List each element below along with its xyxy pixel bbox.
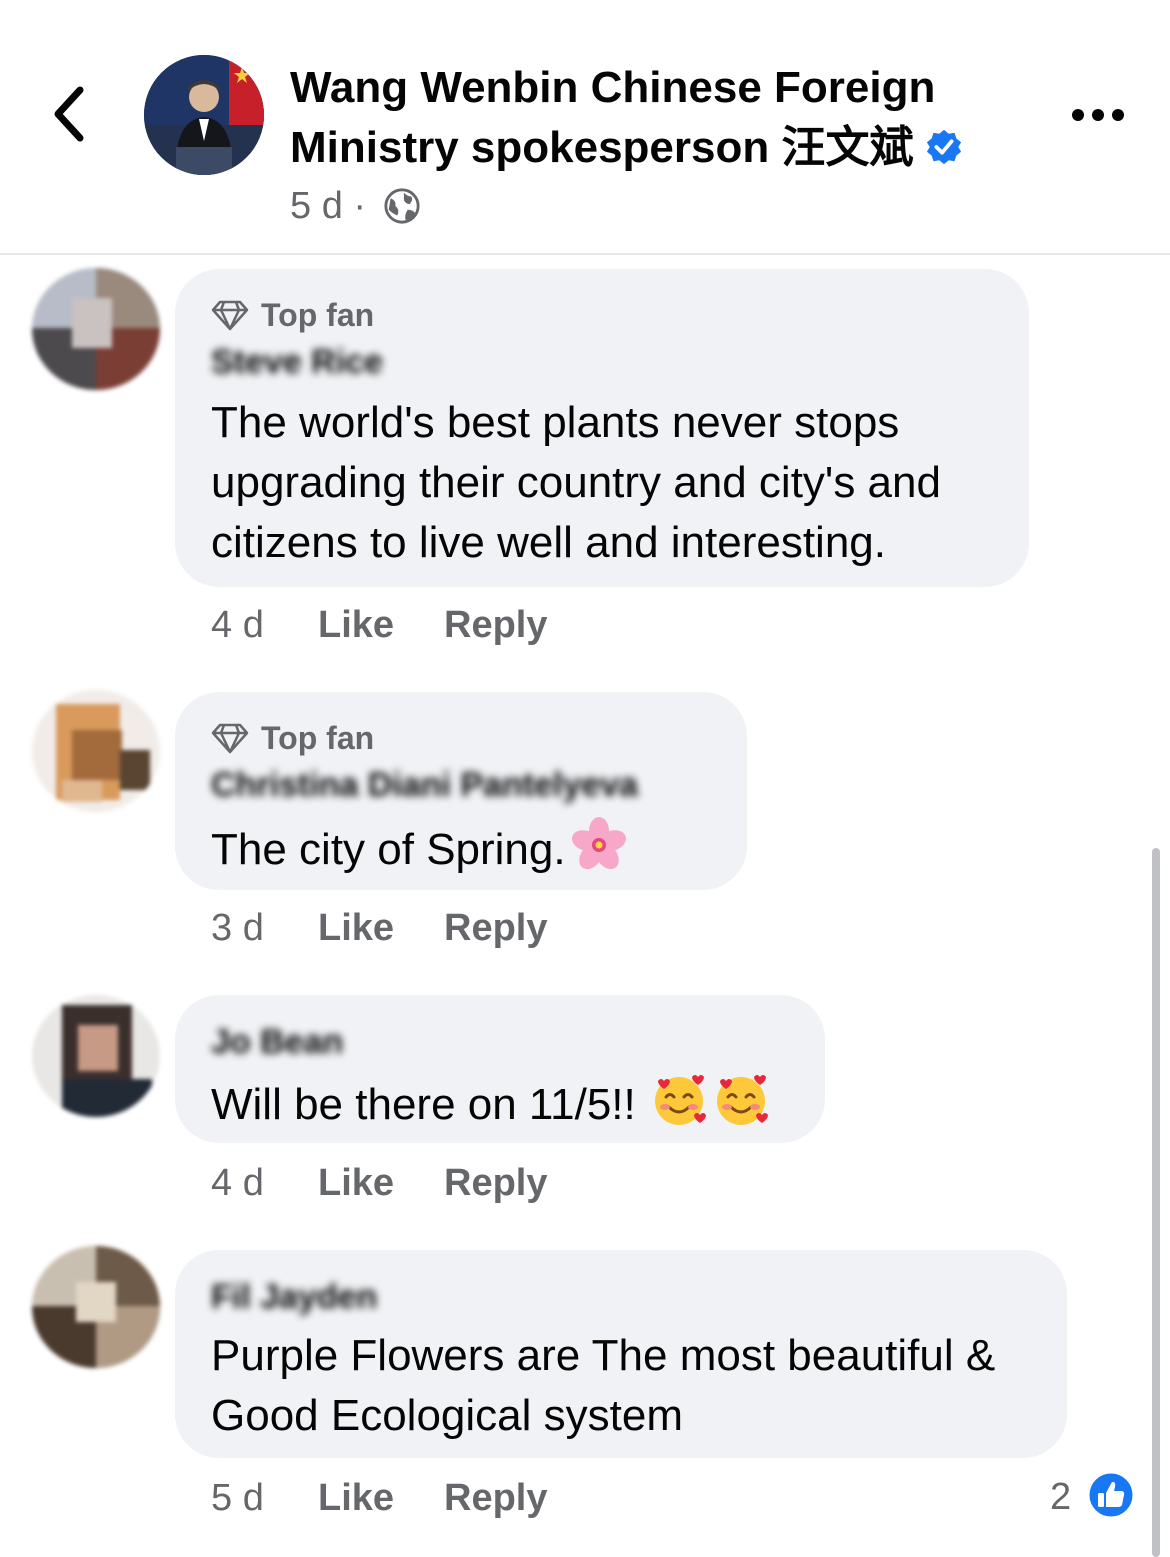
spokesperson-photo <box>144 55 264 175</box>
comment-author[interactable]: Jo Bean <box>211 1023 343 1062</box>
reply-button[interactable]: Reply <box>444 1473 547 1523</box>
reply-button[interactable]: Reply <box>444 1158 547 1208</box>
comment-author[interactable]: Christina Diani Pantelyeva <box>211 766 638 805</box>
scrollbar[interactable] <box>1152 848 1160 1557</box>
page-title-text: Wang Wenbin Chinese Foreign Ministry spo… <box>290 63 936 172</box>
smiling-face-with-hearts-emoji <box>716 1075 768 1125</box>
top-fan-label: Top fan <box>261 720 375 756</box>
like-button[interactable]: Like <box>318 1158 444 1208</box>
comment-text-line: The city of Spring. <box>211 816 628 880</box>
comment-bubble: Top fan Steve Rice The world's best plan… <box>175 269 1029 587</box>
comment-actions: 4 d Like Reply <box>211 600 547 650</box>
back-chevron-icon <box>54 86 84 142</box>
like-reaction-icon[interactable] <box>1086 1470 1136 1520</box>
comment-text-line: upgrading their country and city's and <box>211 458 941 507</box>
commenter-avatar[interactable] <box>32 268 160 390</box>
like-button[interactable]: Like <box>318 1473 444 1523</box>
diamond-icon <box>211 723 249 754</box>
comment-text: Will be there on 11/5!! <box>211 1080 636 1129</box>
comment-time: 4 d <box>211 604 264 646</box>
comment-text-line: Will be there on 11/5!! <box>211 1071 770 1135</box>
comment-text-line: citizens to live well and interesting. <box>211 518 886 567</box>
reply-button[interactable]: Reply <box>444 600 547 650</box>
comment-text-line: Good Ecological system <box>211 1391 683 1440</box>
smiling-face-with-hearts-emoji <box>654 1075 706 1125</box>
post-meta: 5 d · <box>290 182 421 230</box>
back-button[interactable] <box>46 84 96 144</box>
comment-actions: 3 d Like Reply <box>211 903 547 953</box>
meta-separator: · <box>353 185 367 227</box>
blurred-avatar-image <box>32 1246 160 1368</box>
comment-time: 5 d <box>211 1477 264 1519</box>
more-options-button[interactable] <box>1068 100 1128 130</box>
comment-author[interactable]: Fil Jayden <box>211 1278 377 1317</box>
like-button[interactable]: Like <box>318 600 444 650</box>
like-button[interactable]: Like <box>318 903 444 953</box>
top-fan-badge: Top fan <box>211 295 374 335</box>
comment-time: 3 d <box>211 907 264 949</box>
reaction-count[interactable]: 2 <box>1050 1472 1071 1522</box>
blurred-avatar-image <box>32 995 160 1117</box>
comment-text-line: The world's best plants never stops <box>211 398 900 447</box>
blurred-avatar-image <box>32 268 160 390</box>
comment-time: 4 d <box>211 1162 264 1204</box>
verified-badge-icon <box>927 129 962 165</box>
page-avatar[interactable] <box>144 55 264 175</box>
top-fan-badge: Top fan <box>211 718 374 758</box>
cherry-blossom-emoji <box>571 817 626 870</box>
blurred-avatar-image <box>32 690 160 812</box>
reply-button[interactable]: Reply <box>444 903 547 953</box>
top-fan-label: Top fan <box>261 297 375 333</box>
globe-icon <box>384 188 420 224</box>
comment-actions: 4 d Like Reply <box>211 1158 547 1208</box>
diamond-icon <box>211 300 249 331</box>
commenter-avatar[interactable] <box>32 1246 160 1368</box>
comment-bubble: Fil Jayden Purple Flowers are The most b… <box>175 1250 1067 1458</box>
comment-author[interactable]: Steve Rice <box>211 343 383 382</box>
comment-bubble: Top fan Christina Diani Pantelyeva The c… <box>175 692 747 890</box>
commenter-avatar[interactable] <box>32 995 160 1117</box>
post-header: Wang Wenbin Chinese Foreign Ministry spo… <box>0 0 1170 255</box>
post-time: 5 d <box>290 185 343 227</box>
comment-text: The city of Spring. <box>211 825 566 874</box>
comment-actions: 5 d Like Reply <box>211 1473 547 1523</box>
comment-text-line: Purple Flowers are The most beautiful & <box>211 1331 996 1380</box>
page-title[interactable]: Wang Wenbin Chinese Foreign Ministry spo… <box>290 58 1010 178</box>
comment-bubble: Jo Bean Will be there on 11/5!! <box>175 995 825 1143</box>
more-options-icon <box>1072 109 1124 121</box>
commenter-avatar[interactable] <box>32 690 160 812</box>
